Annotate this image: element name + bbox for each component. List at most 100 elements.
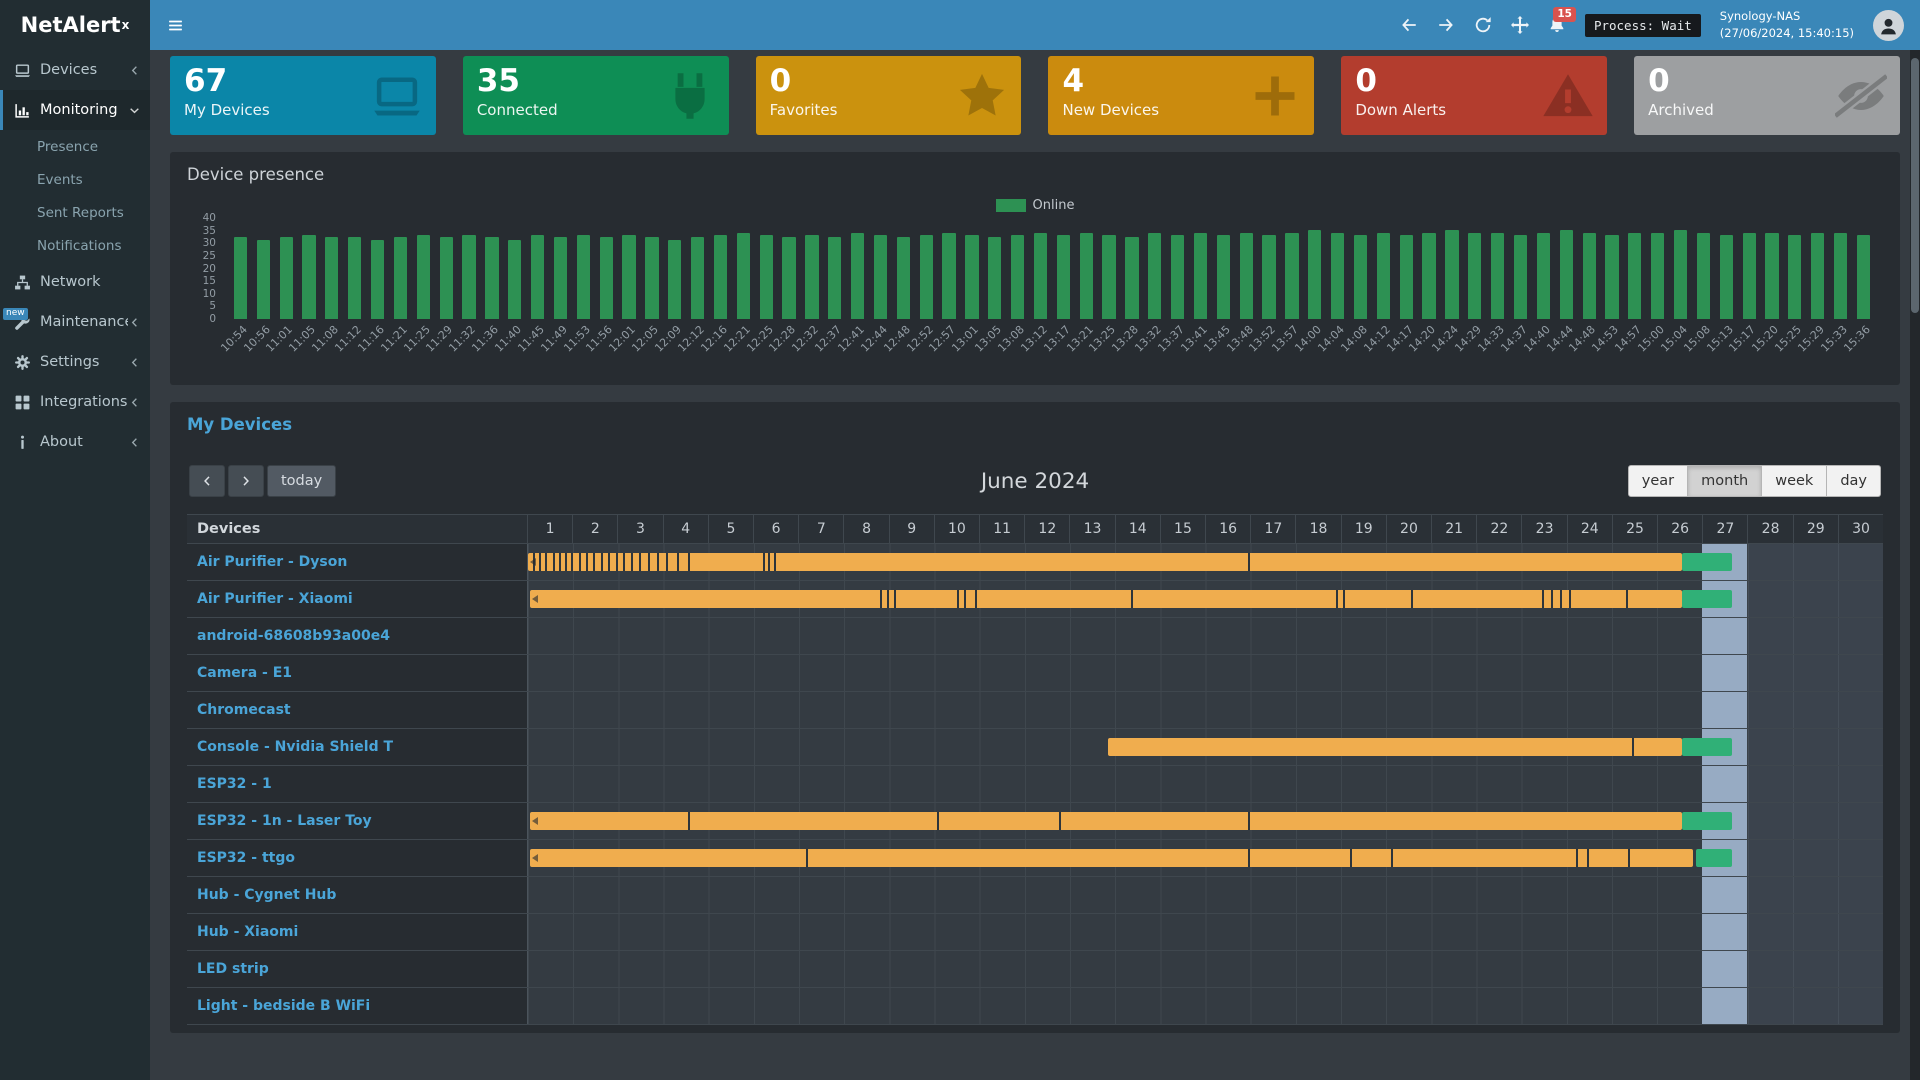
presence-bar-past[interactable] <box>530 849 1693 867</box>
sidebar-item-label: Network <box>40 274 141 290</box>
refresh-icon[interactable] <box>1474 16 1492 34</box>
sidebar-item-about[interactable]: About <box>0 422 150 462</box>
stat-card-new-devices[interactable]: 4New Devices <box>1048 56 1314 135</box>
view-day-button[interactable]: day <box>1827 465 1881 497</box>
sidebar-item-settings[interactable]: Settings <box>0 342 150 382</box>
device-link-esp32-ttgo[interactable]: ESP32 - ttgo <box>197 850 295 866</box>
presence-bar-current[interactable] <box>1682 590 1732 608</box>
plug-icon <box>664 70 716 122</box>
sidebar-subitem-notifications[interactable]: Notifications <box>0 229 150 262</box>
chart-bar <box>965 235 978 319</box>
view-month-button[interactable]: month <box>1688 465 1762 497</box>
calendar-today-button[interactable]: today <box>267 465 336 497</box>
stat-card-favorites[interactable]: 0Favorites <box>756 56 1022 135</box>
calendar-next-button[interactable] <box>228 465 264 497</box>
device-link-hub-cygnet-hub[interactable]: Hub - Cygnet Hub <box>197 887 336 903</box>
sidebar-subitem-sent-reports[interactable]: Sent Reports <box>0 196 150 229</box>
device-link-light-bedside-b-wifi[interactable]: Light - bedside B WiFi <box>197 998 370 1014</box>
info-icon <box>14 434 31 451</box>
chart-bar-slot: 12:21 <box>732 223 755 319</box>
sidebar-subitem-events[interactable]: Events <box>0 163 150 196</box>
chart-bar <box>714 235 727 319</box>
view-week-button[interactable]: week <box>1762 465 1827 497</box>
device-link-hub-xiaomi[interactable]: Hub - Xiaomi <box>197 924 298 940</box>
device-link-camera-e1[interactable]: Camera - E1 <box>197 665 292 681</box>
presence-bar-past[interactable] <box>1108 738 1682 756</box>
move-icon[interactable] <box>1511 16 1529 34</box>
day-header-8: 8 <box>843 515 888 543</box>
chart-bar-slot: 13:12 <box>1029 223 1052 319</box>
app-logo[interactable]: NetAlertx <box>0 0 150 50</box>
device-row: LED strip <box>187 951 1883 988</box>
top-header: NetAlertx 15 Process: Wait Synology-NAS … <box>0 0 1920 50</box>
chart-bar <box>600 237 613 319</box>
view-year-button[interactable]: year <box>1628 465 1688 497</box>
chart-bar <box>1674 230 1687 319</box>
new-badge: new <box>3 308 28 320</box>
stat-card-connected[interactable]: 35Connected <box>463 56 729 135</box>
sidebar-item-devices[interactable]: Devices <box>0 50 150 90</box>
chart-bar-slot: 11:45 <box>526 223 549 319</box>
device-row: Hub - Xiaomi <box>187 914 1883 951</box>
presence-bar-past[interactable] <box>528 553 1682 571</box>
device-link-esp32-1[interactable]: ESP32 - 1 <box>197 776 272 792</box>
nav-forward-icon[interactable] <box>1437 16 1455 34</box>
sidebar-subitem-presence[interactable]: Presence <box>0 130 150 163</box>
presence-bar-current[interactable] <box>1682 738 1732 756</box>
device-link-air-purifier-xiaomi[interactable]: Air Purifier - Xiaomi <box>197 591 353 607</box>
future-days-shade <box>1748 914 1884 950</box>
sidebar-toggle-button[interactable] <box>156 0 194 50</box>
chart-bar-slot: 14:53 <box>1601 223 1624 319</box>
future-days-shade <box>1748 618 1884 654</box>
sidebar-item-integrations[interactable]: Integrations <box>0 382 150 422</box>
device-link-chromecast[interactable]: Chromecast <box>197 702 291 718</box>
chart-bar-slot: 14:04 <box>1326 223 1349 319</box>
day-header-11: 11 <box>979 515 1024 543</box>
sidebar-item-maintenance[interactable]: Maintenancenew <box>0 302 150 342</box>
notifications-bell[interactable]: 15 <box>1548 16 1566 34</box>
chart-bar <box>1468 233 1481 319</box>
network-icon <box>14 274 31 291</box>
user-avatar[interactable] <box>1873 10 1904 41</box>
person-icon <box>1878 13 1899 37</box>
presence-bar-past[interactable] <box>530 812 1682 830</box>
device-name-cell: LED strip <box>187 951 527 987</box>
future-days-shade <box>1748 951 1884 987</box>
chart-bar <box>1331 233 1344 319</box>
chart-bar-slot: 12:52 <box>915 223 938 319</box>
stat-card-archived[interactable]: 0Archived <box>1634 56 1900 135</box>
calendar-view-switcher: yearmonthweekday <box>1628 465 1881 497</box>
chart-bar-slot: 12:32 <box>800 223 823 319</box>
device-link-android-68608b93a00e4[interactable]: android-68608b93a00e4 <box>197 628 390 644</box>
device-link-led-strip[interactable]: LED strip <box>197 961 269 977</box>
device-link-air-purifier-dyson[interactable]: Air Purifier - Dyson <box>197 554 347 570</box>
sidebar-item-network[interactable]: Network <box>0 262 150 302</box>
device-timeline <box>527 877 1883 913</box>
presence-bar-current[interactable] <box>1682 812 1732 830</box>
today-column-highlight <box>1702 951 1747 987</box>
chart-bar <box>1697 233 1710 319</box>
presence-bar-current[interactable] <box>1696 849 1732 867</box>
chart-bar-slot: 14:12 <box>1372 223 1395 319</box>
chart-bar <box>1400 235 1413 319</box>
stat-card-down-alerts[interactable]: 0Down Alerts <box>1341 56 1607 135</box>
chevron-left-icon <box>128 436 141 449</box>
sidebar-item-monitoring[interactable]: Monitoring <box>0 90 150 130</box>
calendar-prev-button[interactable] <box>189 465 225 497</box>
scrollbar-thumb[interactable] <box>1911 58 1919 313</box>
stat-card-my-devices[interactable]: 67My Devices <box>170 56 436 135</box>
device-link-console-nvidia-shield-t[interactable]: Console - Nvidia Shield T <box>197 739 393 755</box>
presence-bar-current[interactable] <box>1682 553 1732 571</box>
day-header-5: 5 <box>708 515 753 543</box>
today-column-highlight <box>1702 988 1747 1024</box>
chart-bar <box>760 235 773 319</box>
chart-bar-slot: 14:24 <box>1441 223 1464 319</box>
chart-bar-slot: 12:01 <box>618 223 641 319</box>
chart-bar <box>1811 233 1824 319</box>
chart-bar-slot: 10:56 <box>252 223 275 319</box>
nav-back-icon[interactable] <box>1400 16 1418 34</box>
device-link-esp32-1n-laser-toy[interactable]: ESP32 - 1n - Laser Toy <box>197 813 372 829</box>
page-scrollbar[interactable] <box>1910 50 1920 1080</box>
presence-bar-past[interactable] <box>530 590 1682 608</box>
chart-bar-slot: 13:05 <box>983 223 1006 319</box>
